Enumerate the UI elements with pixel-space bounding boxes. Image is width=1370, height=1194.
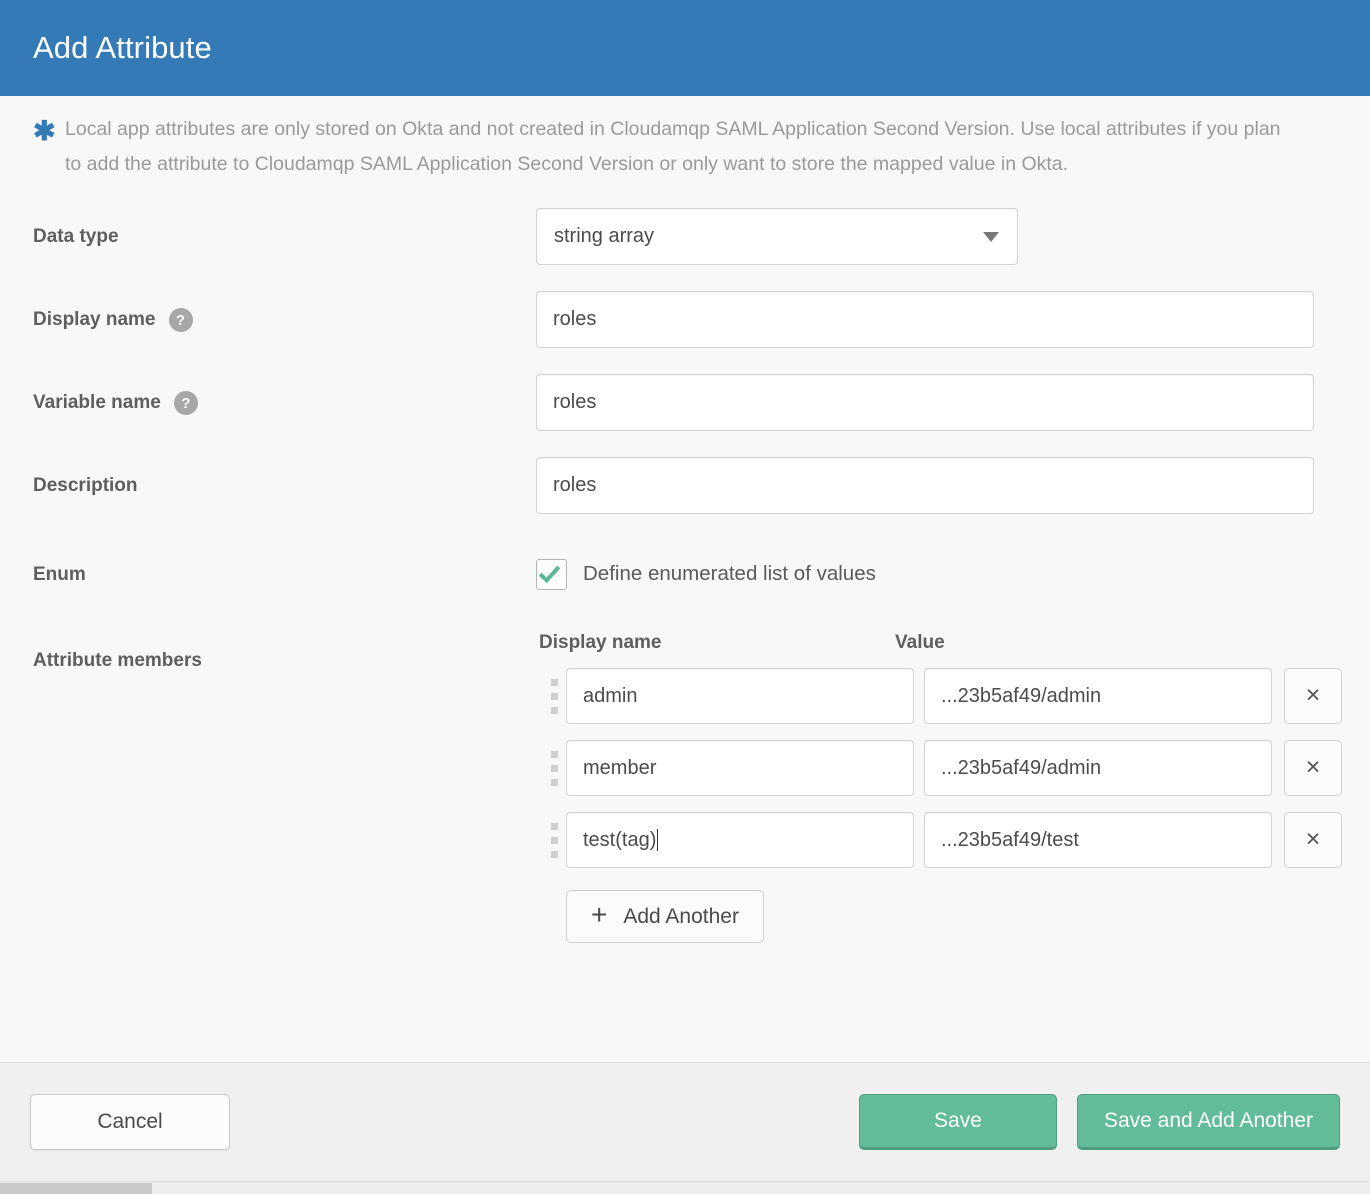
description-label: Description — [33, 457, 536, 513]
drag-handle-icon[interactable] — [536, 678, 566, 714]
help-icon[interactable]: ? — [168, 308, 193, 332]
help-icon[interactable]: ? — [173, 391, 198, 415]
remove-member-button-0[interactable]: × — [1284, 668, 1342, 724]
variable-name-label-text: Variable name — [33, 392, 161, 413]
handle-dot — [550, 850, 558, 858]
attribute-members-header: Display name Value — [536, 632, 1342, 654]
enum-checkbox-row[interactable]: Define enumerated list of values — [536, 546, 1337, 602]
handle-dot — [550, 706, 558, 714]
attribute-members-label: Attribute members — [33, 632, 536, 688]
handle-dot — [550, 822, 558, 830]
member-display-name-input-1[interactable] — [566, 740, 914, 796]
display-name-label: Display name ? — [33, 291, 536, 347]
handle-dot — [550, 678, 558, 686]
local-attribute-notice: ✱ Local app attributes are only stored o… — [33, 96, 1337, 182]
data-type-field: string array — [536, 208, 1337, 265]
form-row-data-type: Data type string array — [33, 208, 1337, 265]
dialog-body: ✱ Local app attributes are only stored o… — [0, 96, 1370, 1062]
asterisk-icon: ✱ — [33, 116, 56, 146]
member-display-name-input-0[interactable] — [566, 668, 914, 724]
drag-handle-icon[interactable] — [536, 822, 566, 858]
notice-text: Local app attributes are only stored on … — [65, 118, 1281, 175]
member-value-input-1[interactable] — [924, 740, 1272, 796]
member-value-input-0[interactable] — [924, 668, 1272, 724]
handle-dot — [550, 778, 558, 786]
member-display-name-input-2[interactable]: test(tag) — [566, 812, 914, 868]
add-attribute-dialog: Add Attribute ✱ Local app attributes are… — [0, 0, 1370, 1194]
data-type-label: Data type — [33, 208, 536, 264]
remove-member-button-2[interactable]: × — [1284, 812, 1342, 868]
dialog-header: Add Attribute — [0, 0, 1370, 96]
description-field — [536, 457, 1337, 514]
enum-label: Enum — [33, 546, 536, 602]
variable-name-field — [536, 374, 1337, 431]
member-display-name-text-2: test(tag) — [583, 828, 657, 851]
enum-label-text: Enum — [33, 564, 86, 585]
table-row: test(tag) × — [536, 812, 1342, 868]
data-type-label-text: Data type — [33, 226, 119, 247]
form-row-attribute-members: Attribute members Display name Value adm… — [33, 632, 1342, 943]
data-type-selected-value: string array — [554, 225, 655, 247]
check-icon — [538, 560, 561, 583]
form-row-description: Description — [33, 457, 1337, 514]
handle-dot — [550, 692, 558, 700]
variable-name-label: Variable name ? — [33, 374, 536, 430]
display-name-input[interactable] — [536, 291, 1314, 348]
handle-dot — [550, 764, 558, 772]
display-name-label-text: Display name — [33, 309, 156, 330]
data-type-select[interactable]: string array — [536, 208, 1018, 265]
form-row-variable-name: Variable name ? — [33, 374, 1337, 431]
column-header-value: Value — [895, 632, 945, 653]
enum-checkbox[interactable] — [536, 558, 567, 590]
form-row-display-name: Display name ? — [33, 291, 1337, 348]
add-another-button[interactable]: + Add Another — [566, 890, 764, 943]
save-and-add-another-button[interactable]: Save and Add Another — [1076, 1094, 1340, 1150]
table-row: × — [536, 740, 1342, 796]
enum-field: Define enumerated list of values — [536, 546, 1337, 602]
text-cursor — [657, 829, 659, 851]
variable-name-input[interactable] — [536, 374, 1314, 431]
remove-member-button-1[interactable]: × — [1284, 740, 1342, 796]
enum-checkbox-label: Define enumerated list of values — [583, 562, 876, 585]
page-title: Add Attribute — [33, 30, 212, 65]
member-value-input-2[interactable] — [924, 812, 1272, 868]
horizontal-scrollbar[interactable] — [0, 1181, 1370, 1194]
cancel-button[interactable]: Cancel — [30, 1094, 230, 1150]
column-header-display-name: Display name — [539, 632, 662, 653]
description-input[interactable] — [536, 457, 1314, 514]
description-label-text: Description — [33, 475, 138, 496]
attribute-members-area: Display name Value × — [536, 632, 1342, 943]
save-button[interactable]: Save — [858, 1094, 1057, 1150]
dialog-footer: Cancel Save Save and Add Another — [0, 1062, 1370, 1181]
add-another-label: Add Another — [623, 904, 739, 928]
table-row: × — [536, 668, 1342, 724]
chevron-down-icon — [983, 231, 999, 242]
handle-dot — [550, 750, 558, 758]
drag-handle-icon[interactable] — [536, 750, 566, 786]
handle-dot — [550, 836, 558, 844]
display-name-field — [536, 291, 1337, 348]
attribute-members-label-text: Attribute members — [33, 650, 202, 671]
plus-icon: + — [591, 899, 608, 930]
scrollbar-thumb[interactable] — [0, 1183, 152, 1194]
form-row-enum: Enum Define enumerated list of values — [33, 546, 1337, 602]
